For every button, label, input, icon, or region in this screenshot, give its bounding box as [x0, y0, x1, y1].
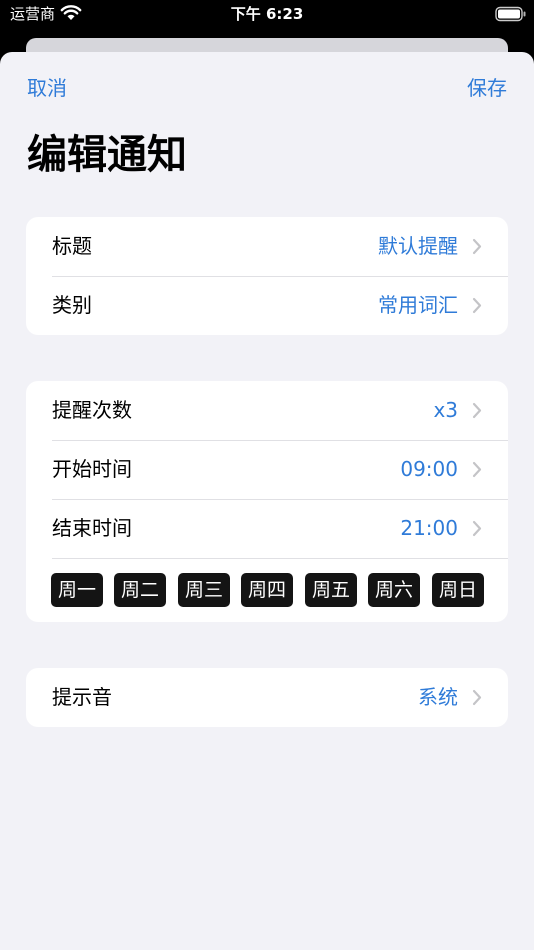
page-title: 编辑通知	[27, 132, 187, 178]
sound-section: 提示音 系统	[26, 668, 508, 727]
chevron-right-icon	[472, 297, 482, 314]
save-button[interactable]: 保存	[467, 75, 507, 101]
start-time-row[interactable]: 开始时间 09:00	[26, 440, 508, 499]
title-row-label: 标题	[52, 234, 92, 258]
reminder-count-row[interactable]: 提醒次数 x3	[26, 381, 508, 440]
schedule-section: 提醒次数 x3 开始时间 09:00 结束时间 21:00 周一 周二 周三 周…	[26, 381, 508, 622]
end-time-value: 21:00	[400, 516, 458, 540]
day-chip-friday[interactable]: 周五	[305, 573, 357, 607]
battery-icon	[495, 6, 526, 22]
general-section: 标题 默认提醒 类别 常用词汇	[26, 217, 508, 335]
chevron-right-icon	[472, 461, 482, 478]
day-chip-monday[interactable]: 周一	[51, 573, 103, 607]
category-row-label: 类别	[52, 293, 92, 317]
chevron-right-icon	[472, 520, 482, 537]
category-row[interactable]: 类别 常用词汇	[26, 276, 508, 335]
day-chip-wednesday[interactable]: 周三	[178, 573, 230, 607]
title-row-value: 默认提醒	[378, 234, 458, 258]
chevron-right-icon	[472, 402, 482, 419]
start-time-label: 开始时间	[52, 457, 132, 481]
day-chip-sunday[interactable]: 周日	[432, 573, 484, 607]
category-row-value: 常用词汇	[378, 293, 458, 317]
reminder-count-value: x3	[433, 398, 458, 422]
day-chip-saturday[interactable]: 周六	[368, 573, 420, 607]
chevron-right-icon	[472, 238, 482, 255]
edit-notification-sheet: 取消 保存 编辑通知 标题 默认提醒 类别 常用词汇 提醒次数 x3 开始时间 …	[0, 52, 534, 950]
sound-row-value: 系统	[418, 685, 458, 709]
status-bar: 运营商 下午 6:23	[0, 0, 534, 30]
sound-row-label: 提示音	[52, 685, 112, 709]
start-time-value: 09:00	[400, 457, 458, 481]
reminder-count-label: 提醒次数	[52, 398, 132, 422]
end-time-label: 结束时间	[52, 516, 132, 540]
status-time: 下午 6:23	[230, 5, 304, 23]
chevron-right-icon	[472, 689, 482, 706]
day-chip-thursday[interactable]: 周四	[241, 573, 293, 607]
day-chip-tuesday[interactable]: 周二	[114, 573, 166, 607]
title-row[interactable]: 标题 默认提醒	[26, 217, 508, 276]
cancel-button[interactable]: 取消	[27, 75, 67, 101]
sound-row[interactable]: 提示音 系统	[26, 668, 508, 727]
weekday-selector: 周一 周二 周三 周四 周五 周六 周日	[26, 558, 508, 622]
end-time-row[interactable]: 结束时间 21:00	[26, 499, 508, 558]
